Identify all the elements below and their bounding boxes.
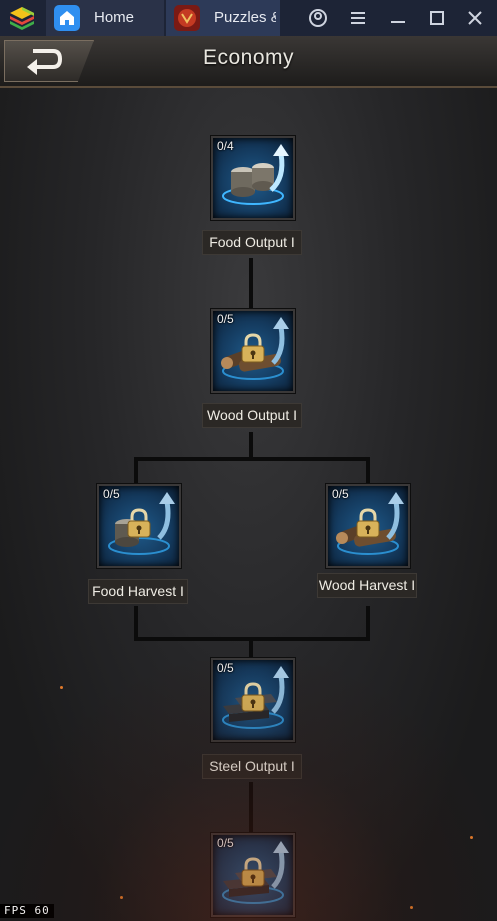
tech-node-steel-upgrade[interactable]: 0/5	[211, 833, 295, 917]
tech-node-label: Wood Output I	[202, 403, 302, 428]
tech-node-level: 0/5	[103, 487, 120, 501]
tech-node-food-output[interactable]: 0/4	[211, 136, 295, 220]
connector-line	[249, 782, 253, 832]
connector-line	[249, 432, 253, 458]
ember-particle	[410, 906, 413, 909]
tech-node-level: 0/5	[217, 836, 234, 850]
connector-line	[249, 258, 253, 308]
connector-line	[366, 457, 370, 483]
tech-node-label: Wood Harvest I	[317, 573, 417, 598]
ember-particle	[60, 686, 63, 689]
tab-game[interactable]: Puzzles &	[166, 0, 280, 36]
tech-node-label: Food Harvest I	[88, 579, 188, 604]
lock-icon	[241, 682, 265, 712]
lock-icon	[241, 333, 265, 363]
ember-particle	[120, 896, 123, 899]
connector-line	[366, 606, 370, 640]
lock-icon	[127, 508, 151, 538]
tech-node-label: Steel Output I	[202, 754, 302, 779]
connector-line	[134, 457, 370, 461]
connector-line	[134, 606, 138, 640]
menu-icon[interactable]	[346, 6, 370, 30]
header-bar: Economy	[0, 36, 497, 88]
page-title: Economy	[202, 46, 295, 69]
fps-counter: FPS 60	[0, 904, 54, 918]
emulator-title-bar: Home Puzzles &	[0, 0, 497, 36]
account-icon[interactable]	[306, 6, 330, 30]
tech-node-label: Food Output I	[202, 230, 302, 255]
minimize-icon[interactable]	[386, 6, 410, 30]
tech-node-wood-harvest[interactable]: 0/5	[326, 484, 410, 568]
tech-node-food-harvest[interactable]: 0/5	[97, 484, 181, 568]
ember-particle	[470, 836, 473, 839]
bluestacks-logo-icon	[10, 7, 34, 30]
connector-line	[249, 637, 253, 657]
tech-node-steel-output[interactable]: 0/5	[211, 658, 295, 742]
tech-node-level: 0/5	[217, 661, 234, 675]
tab-home[interactable]: Home	[46, 0, 164, 36]
tech-node-level: 0/4	[217, 139, 234, 153]
lock-icon	[241, 857, 265, 887]
lock-icon	[356, 508, 380, 538]
connector-line	[134, 457, 138, 483]
home-icon	[54, 5, 80, 31]
fps-label: FPS	[4, 904, 27, 917]
tab-game-label: Puzzles &	[214, 9, 276, 26]
economy-tech-tree-screen: Economy 0/4 Food Output I 0/5 Wood Outpu…	[0, 36, 497, 921]
tech-node-wood-output[interactable]: 0/5	[211, 309, 295, 393]
tech-node-level: 0/5	[217, 312, 234, 326]
fps-value: 60	[34, 904, 50, 917]
tech-node-level: 0/5	[332, 487, 349, 501]
maximize-icon[interactable]	[425, 6, 449, 30]
game-icon	[174, 5, 200, 31]
tab-home-label: Home	[94, 9, 135, 26]
close-icon[interactable]	[463, 6, 487, 30]
